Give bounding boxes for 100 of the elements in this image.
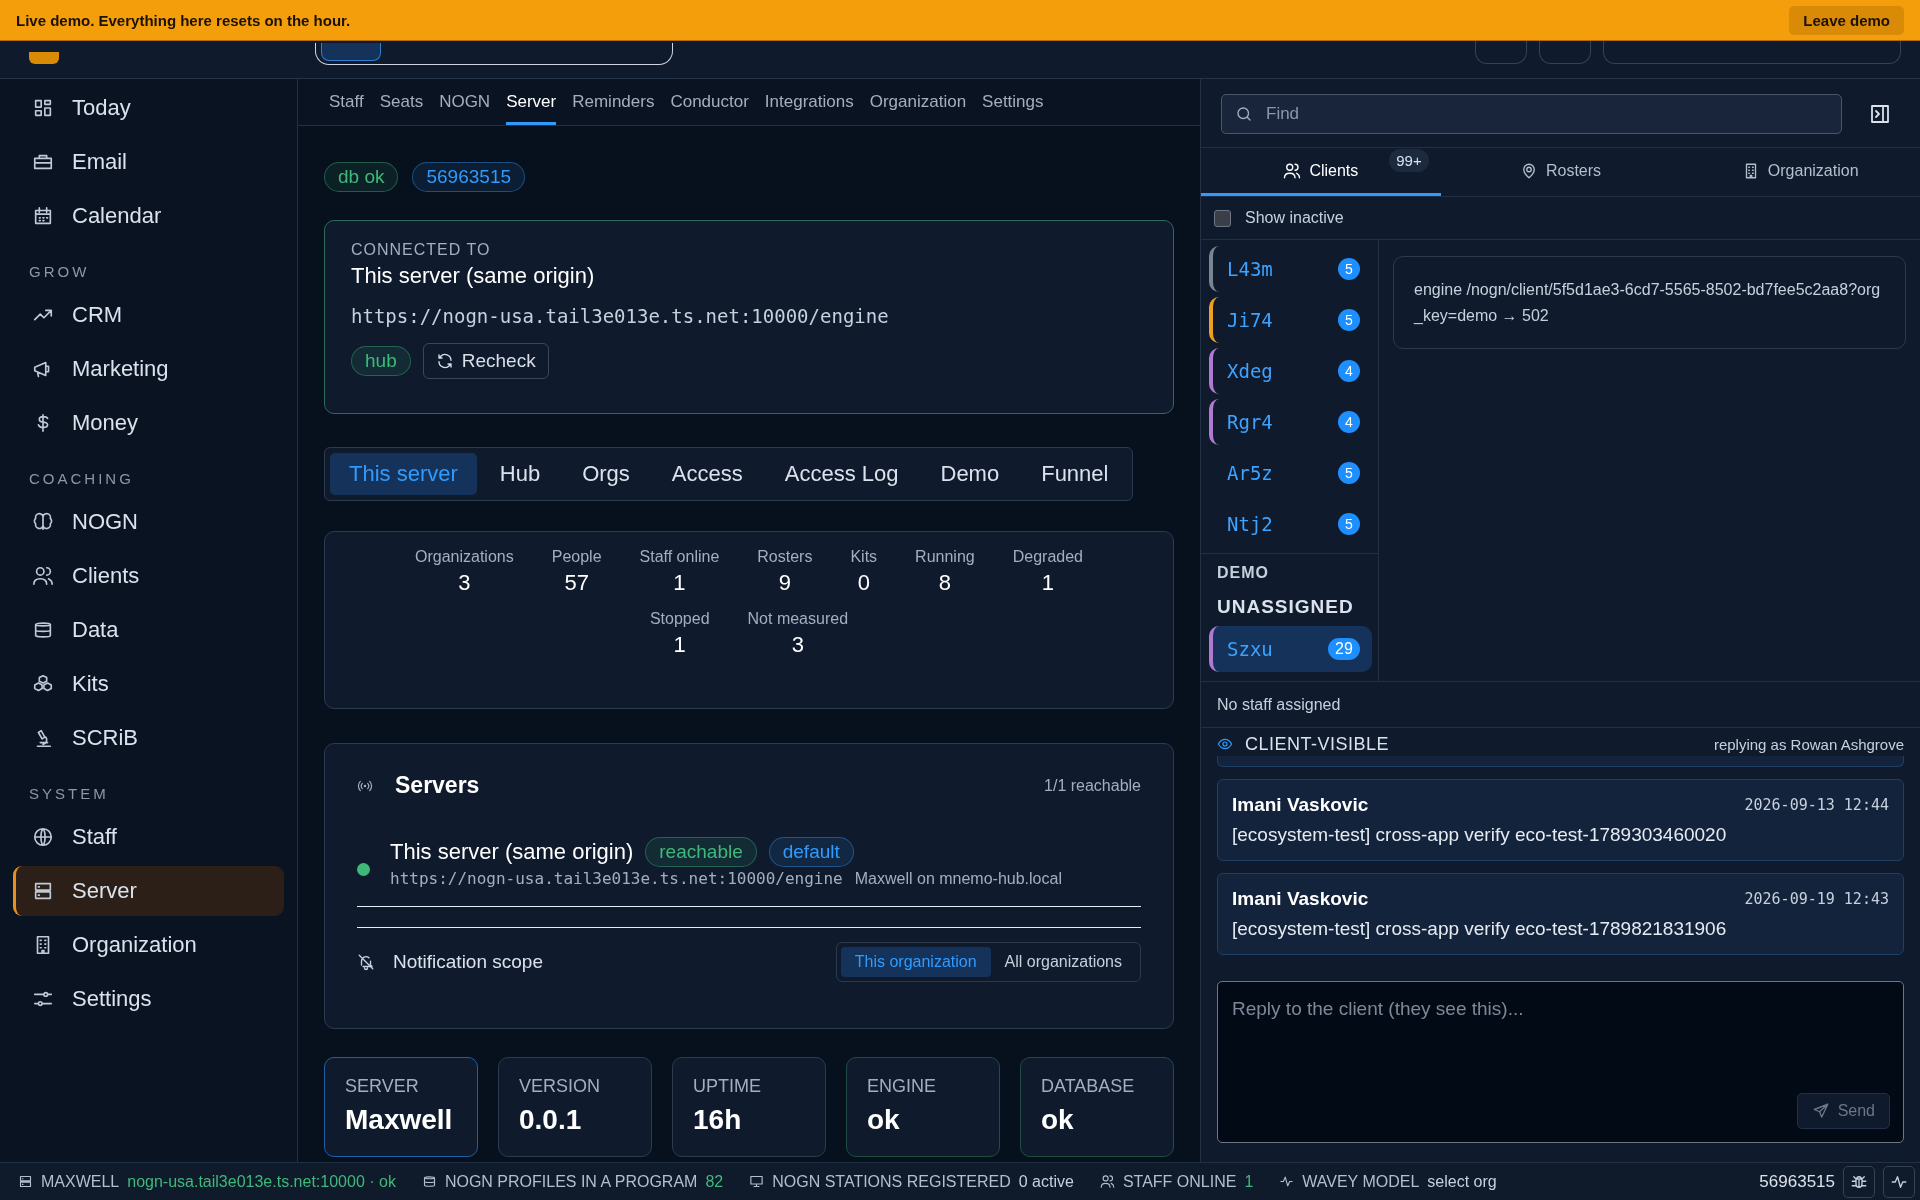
sidebar-item[interactable]: Server: [13, 866, 284, 916]
server-tag: default: [768, 837, 854, 867]
nav-tab[interactable]: Conductor: [670, 79, 749, 125]
stat-value: 57: [564, 570, 589, 596]
panel-tab[interactable]: Clients 99+: [1201, 148, 1441, 196]
server-icon: [18, 1174, 33, 1189]
panel-tab[interactable]: Rosters: [1440, 148, 1681, 196]
nav-tab[interactable]: Staff: [329, 79, 364, 125]
stat-value: 0: [857, 570, 870, 596]
count-badge: 5: [1338, 462, 1360, 484]
section-tab[interactable]: Orgs: [563, 453, 649, 495]
calendar-icon: [32, 205, 54, 227]
users-icon: [1283, 161, 1302, 180]
client-item[interactable]: Ar5z 5: [1209, 450, 1372, 496]
status-value: 82: [705, 1172, 724, 1191]
sidebar-item[interactable]: Settings: [13, 974, 284, 1024]
send-button[interactable]: Send: [1796, 1093, 1890, 1129]
reachable-count: 1/1 reachable: [1044, 776, 1141, 795]
message-author: Imani Vaskovic: [1232, 888, 1369, 910]
monitor-icon: [749, 1174, 765, 1189]
nav-tab[interactable]: Seats: [379, 79, 424, 125]
panel-tab[interactable]: Organization: [1680, 148, 1920, 196]
section-tab[interactable]: Funnel: [1022, 453, 1128, 495]
section-tab[interactable]: Hub: [480, 453, 560, 495]
stat-label: Staff online: [639, 548, 720, 566]
database-icon: [421, 1174, 437, 1189]
section-tab[interactable]: Access Log: [765, 453, 918, 495]
client-item[interactable]: Szxu 29: [1209, 626, 1372, 672]
status-value: 0 active: [1018, 1172, 1074, 1191]
activity-button[interactable]: [1883, 1165, 1915, 1198]
status-label: NOGN STATIONS REGISTERED: [772, 1172, 1011, 1191]
brain-icon: [32, 511, 54, 533]
message-author: Imani Vaskovic: [1232, 794, 1369, 816]
nav-tab[interactable]: Reminders: [572, 79, 655, 125]
debug-button[interactable]: [1843, 1165, 1875, 1198]
count-badge: 5: [1338, 513, 1360, 535]
group-subheading: UNASSIGNED: [1216, 595, 1355, 619]
stat-value: 1: [1041, 570, 1054, 596]
database-icon: [32, 619, 54, 641]
status-value: nogn-usa.tail3e013e.ts.net:10000 · ok: [127, 1172, 396, 1191]
grid-icon: [32, 97, 54, 119]
sidebar-item[interactable]: NOGN: [13, 497, 284, 547]
nav-tab[interactable]: Integrations: [764, 79, 854, 125]
section-tab[interactable]: Demo: [921, 453, 1019, 495]
metric-label: ENGINE: [867, 1076, 937, 1097]
metric-value: ok: [1041, 1103, 1075, 1137]
recheck-button[interactable]: Recheck: [422, 343, 549, 379]
section-tab[interactable]: Access: [652, 453, 762, 495]
message-text: [ecosystem-test] cross-app verify eco-test-1789303460020: [1232, 824, 1728, 846]
nav-tab[interactable]: Server: [506, 79, 557, 125]
card-title: Servers: [395, 772, 480, 799]
bell-off-icon: [357, 953, 375, 971]
metric-value: ok: [867, 1103, 901, 1137]
scope-option[interactable]: All organizations: [990, 947, 1136, 977]
sidebar-item[interactable]: Email: [13, 137, 284, 187]
client-item[interactable]: Rgr4 4: [1209, 399, 1372, 445]
client-item[interactable]: L43m 5: [1209, 246, 1372, 292]
nav-tab[interactable]: Organization: [869, 79, 967, 125]
status-label: MAXWELL: [41, 1172, 120, 1191]
metric-label: VERSION: [519, 1076, 602, 1097]
sidebar-item[interactable]: Clients: [13, 551, 284, 601]
stat-label: Running: [915, 548, 975, 566]
status-label: STAFF ONLINE: [1122, 1172, 1237, 1191]
sidebar-item[interactable]: Data: [13, 605, 284, 655]
client-item[interactable]: Ji74 5: [1209, 297, 1372, 343]
search-field[interactable]: Find: [1221, 94, 1842, 134]
sidebar-item[interactable]: Calendar: [13, 191, 284, 241]
status-label: NOGN PROFILES IN A PROGRAM: [444, 1172, 698, 1191]
collapse-panel-icon[interactable]: [1868, 102, 1892, 126]
sidebar-item[interactable]: SCRiB: [13, 713, 284, 763]
nav-tab[interactable]: Settings: [982, 79, 1044, 125]
sidebar-item[interactable]: Money: [13, 398, 284, 448]
stat-label: Not measured: [747, 610, 849, 628]
sidebar-item[interactable]: Kits: [13, 659, 284, 709]
client-item[interactable]: Xdeg 4: [1209, 348, 1372, 394]
metric-label: SERVER: [345, 1076, 420, 1097]
stat-value: 9: [778, 570, 791, 596]
scope-option[interactable]: This organization: [840, 947, 991, 977]
server-name: This server (same origin): [390, 839, 634, 865]
count-badge: 4: [1338, 411, 1360, 433]
nav-tab[interactable]: NOGN: [439, 79, 491, 125]
client-item[interactable]: Ntj2 5: [1209, 501, 1372, 547]
sidebar-item[interactable]: Organization: [13, 920, 284, 970]
sidebar-item[interactable]: Marketing: [13, 344, 284, 394]
sidebar-item[interactable]: Today: [13, 83, 284, 133]
leave-demo-button[interactable]: Leave demo: [1789, 5, 1904, 35]
sidebar-item[interactable]: CRM: [13, 290, 284, 340]
build-number: 56963515: [1759, 1171, 1835, 1192]
banner-text: Live demo. Everything here resets on the hour.: [16, 11, 352, 29]
users-icon: [32, 565, 54, 587]
server-tag: reachable: [645, 837, 757, 867]
sidebar-heading: SYSTEM: [29, 785, 110, 802]
section-tab[interactable]: This server: [330, 453, 477, 495]
stat-value: 3: [791, 632, 804, 658]
sidebar-item[interactable]: Staff: [13, 812, 284, 862]
users-icon: [1099, 1174, 1115, 1189]
sidebar-heading: COACHING: [29, 470, 135, 487]
server-url: https://nogn-usa.tail3e013e.ts.net:10000/engine: [351, 305, 890, 327]
status-label: WAVEY MODEL: [1302, 1172, 1420, 1191]
server-title: This server (same origin): [351, 263, 596, 289]
